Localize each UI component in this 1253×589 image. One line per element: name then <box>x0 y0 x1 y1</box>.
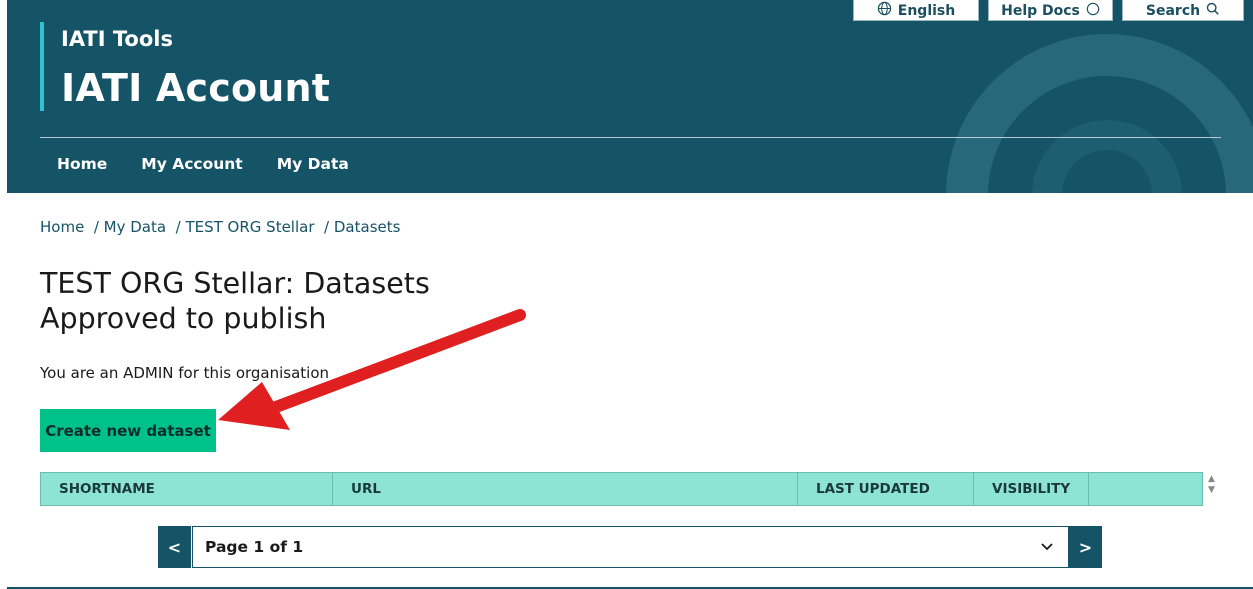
annotation-arrow <box>218 309 526 430</box>
